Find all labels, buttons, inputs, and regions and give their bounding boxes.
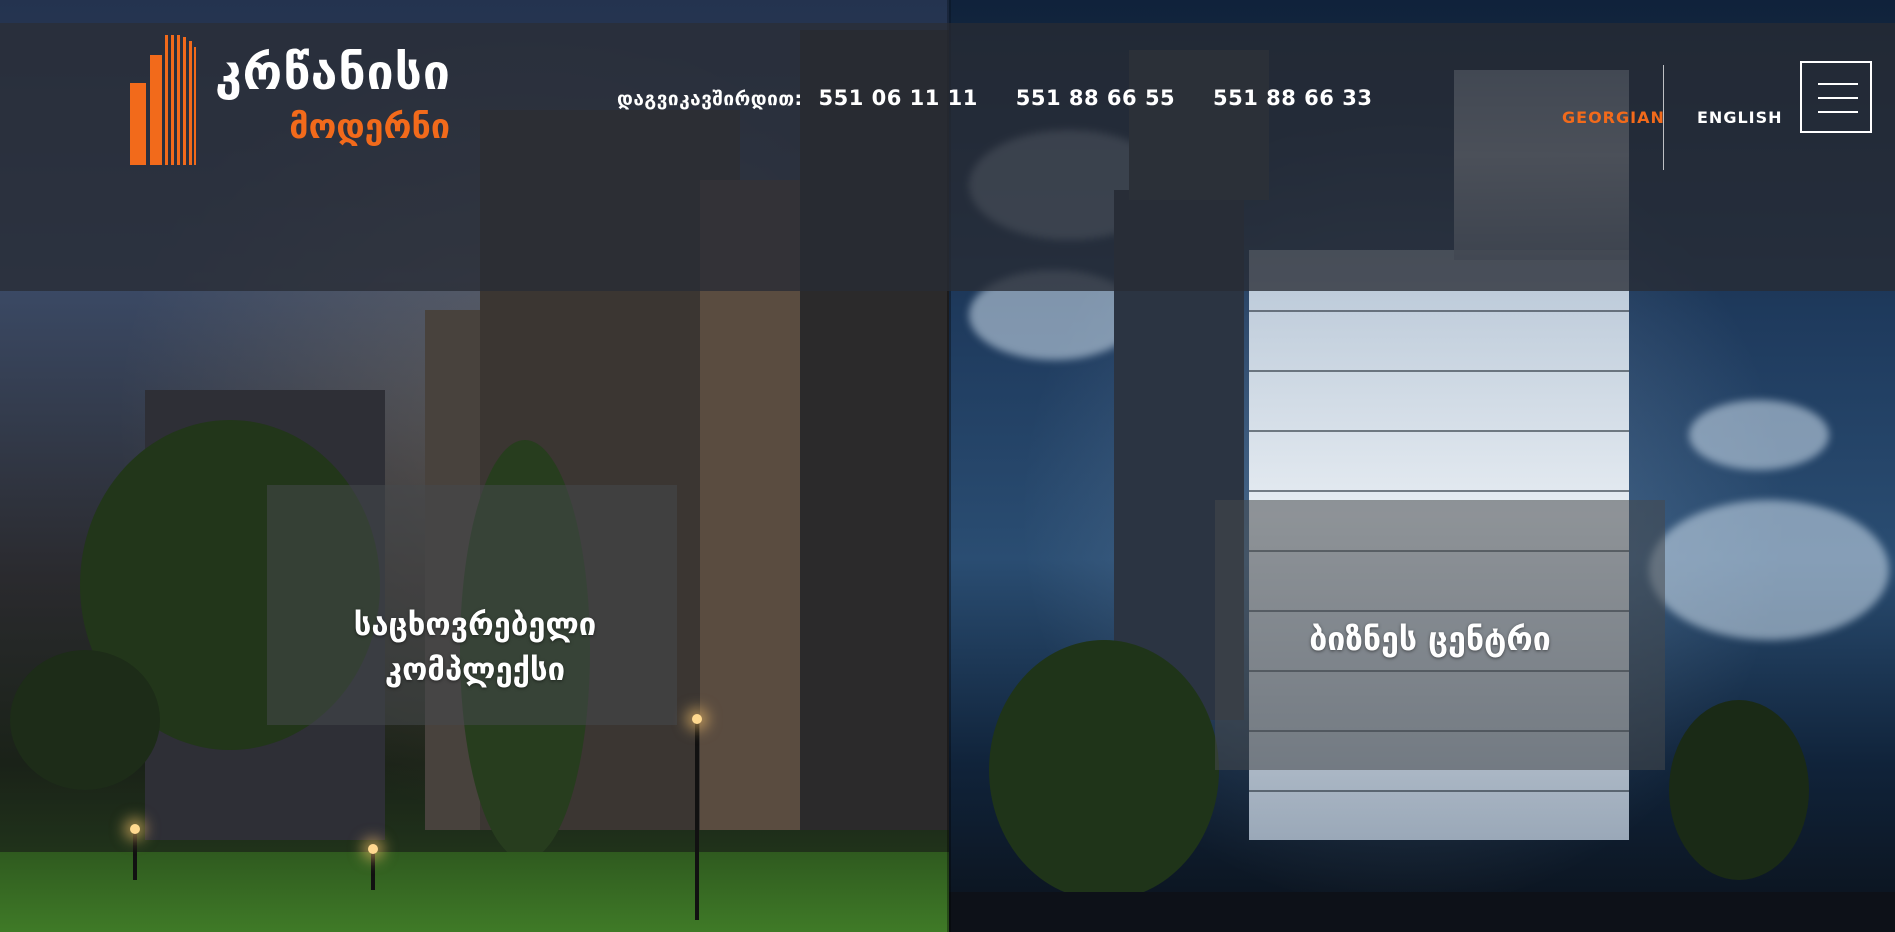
- phone-link-3[interactable]: 551 88 66 33: [1213, 86, 1372, 110]
- residential-title-line2: კომპლექსი: [384, 652, 566, 688]
- brand-name: კრწანისი: [215, 45, 451, 101]
- language-english[interactable]: ENGLISH: [1697, 108, 1783, 127]
- language-georgian[interactable]: GEORGIAN: [1562, 108, 1665, 127]
- top-strip: [0, 0, 1895, 23]
- contact-phones: დაგვიკავშირდით: 551 06 11 11 551 88 66 5…: [617, 86, 1402, 110]
- phone-link-2[interactable]: 551 88 66 55: [1016, 86, 1175, 110]
- hamburger-menu-icon[interactable]: [1800, 61, 1872, 133]
- contact-label: დაგვიკავშირდით:: [617, 88, 803, 110]
- residential-title-line1: საცხოვრებელი: [353, 607, 597, 643]
- business-title: ბიზნეს ცენტრი: [1309, 620, 1551, 658]
- language-separator: [1663, 65, 1664, 170]
- brand-logo[interactable]: კრწანისი მოდერნი: [130, 35, 450, 165]
- street: [949, 892, 1895, 932]
- brand-subtitle: მოდერნი: [289, 107, 450, 147]
- logo-mark-icon: [130, 35, 200, 165]
- phone-link-1[interactable]: 551 06 11 11: [818, 86, 977, 110]
- lawn: [0, 852, 949, 932]
- residential-complex-link[interactable]: საცხოვრებელი კომპლექსი: [340, 603, 610, 693]
- business-center-link[interactable]: ბიზნეს ცენტრი: [1240, 617, 1620, 662]
